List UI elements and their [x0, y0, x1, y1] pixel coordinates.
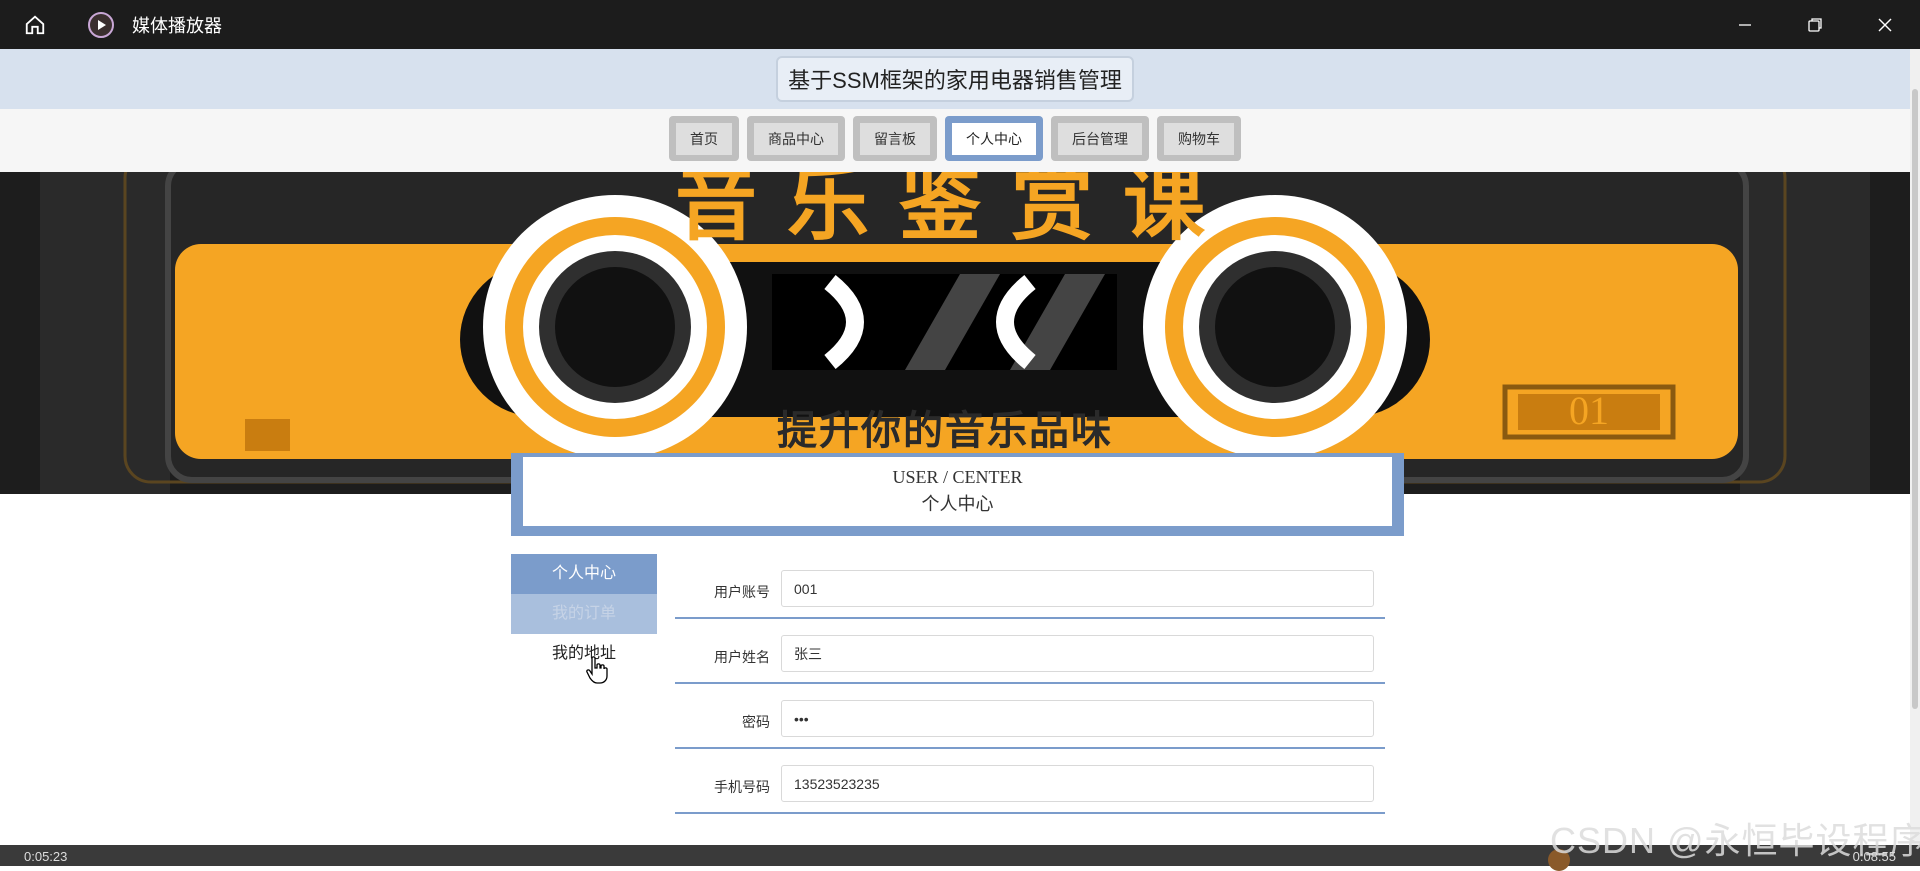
account-label: 用户账号	[714, 584, 770, 600]
side-item-my-address[interactable]: 我的地址	[511, 634, 657, 674]
banner-carousel[interactable]: 01 音乐鉴赏课 提升你的音乐品味	[0, 172, 1910, 494]
csdn-watermark: CSDN @永恒毕设程序	[1550, 820, 1920, 861]
minimize-button[interactable]	[1710, 0, 1780, 49]
nav-label: 首页	[676, 123, 732, 155]
site-header: 基于SSM框架的家用电器销售管理	[0, 49, 1910, 109]
hand-cursor-icon	[586, 656, 608, 684]
window-titlebar: 媒体播放器	[0, 0, 1920, 49]
elapsed-time: 0:05:23	[24, 849, 68, 864]
section-title-en: USER / CENTER	[892, 467, 1023, 487]
main-nav: 首页 商品中心 留言板 个人中心 后台管理 购物车	[0, 109, 1910, 172]
profile-form: 用户账号 用户姓名 密码 手机号码	[675, 554, 1385, 814]
form-row-phone: 手机号码	[675, 749, 1385, 814]
form-row-account: 用户账号	[675, 554, 1385, 619]
phone-label: 手机号码	[714, 779, 770, 795]
nav-message-board[interactable]: 留言板	[853, 116, 937, 161]
window-title: 媒体播放器	[132, 15, 222, 36]
user-side-menu: 个人中心 我的订单 我的地址	[511, 554, 657, 674]
name-label: 用户姓名	[714, 649, 770, 665]
section-heading: USER / CENTER 个人中心	[511, 453, 1404, 536]
banner-tagline: 提升你的音乐品味	[777, 407, 1113, 454]
banner-headline: 音乐鉴赏课	[675, 172, 1235, 252]
nav-label: 商品中心	[754, 123, 838, 155]
side-item-user-center[interactable]: 个人中心	[511, 554, 657, 594]
form-row-name: 用户姓名	[675, 619, 1385, 684]
scrollbar-thumb[interactable]	[1912, 89, 1918, 709]
nav-admin[interactable]: 后台管理	[1051, 116, 1149, 161]
site-title: 基于SSM框架的家用电器销售管理	[776, 56, 1134, 102]
side-item-my-orders[interactable]: 我的订单	[511, 594, 657, 634]
form-row-password: 密码	[675, 684, 1385, 749]
nav-home[interactable]: 首页	[669, 116, 739, 161]
page-scrollbar[interactable]	[1910, 49, 1920, 845]
minimize-icon	[1739, 23, 1751, 26]
nav-label: 个人中心	[952, 123, 1036, 155]
play-icon	[88, 11, 114, 38]
account-input[interactable]	[781, 570, 1374, 607]
nav-user-center[interactable]: 个人中心	[945, 116, 1043, 161]
tape-number: 01	[1569, 388, 1609, 433]
cassette-illustration: 01 音乐鉴赏课 提升你的音乐品味	[0, 172, 1910, 494]
restore-button[interactable]	[1780, 0, 1850, 49]
close-icon	[1878, 18, 1892, 31]
section-title-cn: 个人中心	[921, 494, 994, 514]
name-input[interactable]	[781, 635, 1374, 672]
nav-label: 后台管理	[1058, 123, 1142, 155]
nav-label: 留言板	[860, 123, 930, 155]
restore-icon	[1808, 17, 1822, 32]
nav-label: 购物车	[1164, 123, 1234, 155]
home-button[interactable]	[0, 0, 70, 49]
password-label: 密码	[742, 714, 770, 730]
password-input[interactable]	[781, 700, 1374, 737]
window-controls	[1710, 0, 1920, 49]
nav-cart[interactable]: 购物车	[1157, 116, 1241, 161]
home-icon	[25, 15, 45, 34]
nav-products[interactable]: 商品中心	[747, 116, 845, 161]
phone-input[interactable]	[781, 765, 1374, 802]
close-button[interactable]	[1850, 0, 1920, 49]
